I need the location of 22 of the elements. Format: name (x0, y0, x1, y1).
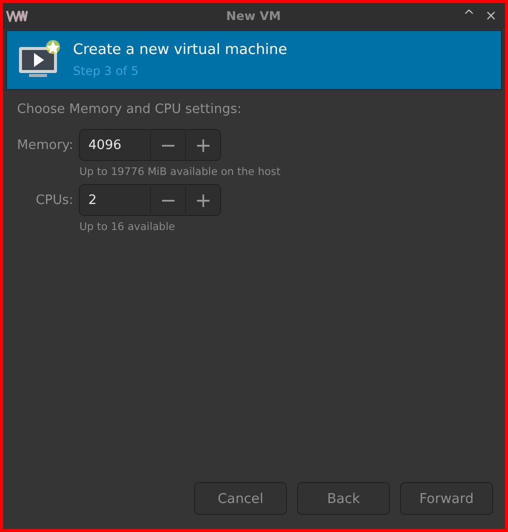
header-title: Create a new virtual machine (73, 42, 288, 58)
app-logo-icon (6, 10, 28, 22)
field-label: Memory: (17, 138, 74, 152)
dialog-button[interactable]: Cancel (194, 482, 287, 515)
close-button[interactable]: × (481, 8, 501, 24)
window-title: New VM (225, 9, 281, 23)
increment-button[interactable]: + (185, 130, 220, 160)
section-label: Choose Memory and CPU settings: (17, 102, 243, 117)
spin-value[interactable]: 2 (80, 185, 150, 215)
decrement-button[interactable]: − (150, 130, 186, 160)
field-label: CPUs: (34, 192, 74, 208)
spin-value[interactable]: 4096 (80, 130, 150, 160)
hint-text: Up to 19776 MiB available on the host (79, 166, 281, 178)
decrement-button[interactable]: − (150, 185, 186, 215)
step-indicator: Step 3 of 5 (73, 64, 140, 78)
spin-field[interactable]: 2 − + (79, 184, 222, 216)
spin-field[interactable]: 4096 − + (79, 129, 222, 161)
dialog-button[interactable]: Forward (400, 482, 493, 515)
collapse-button[interactable]: ^ (459, 8, 479, 24)
dialog-button[interactable]: Back (297, 482, 390, 515)
increment-button[interactable]: + (185, 185, 220, 215)
hint-text: Up to 16 available (79, 221, 176, 233)
